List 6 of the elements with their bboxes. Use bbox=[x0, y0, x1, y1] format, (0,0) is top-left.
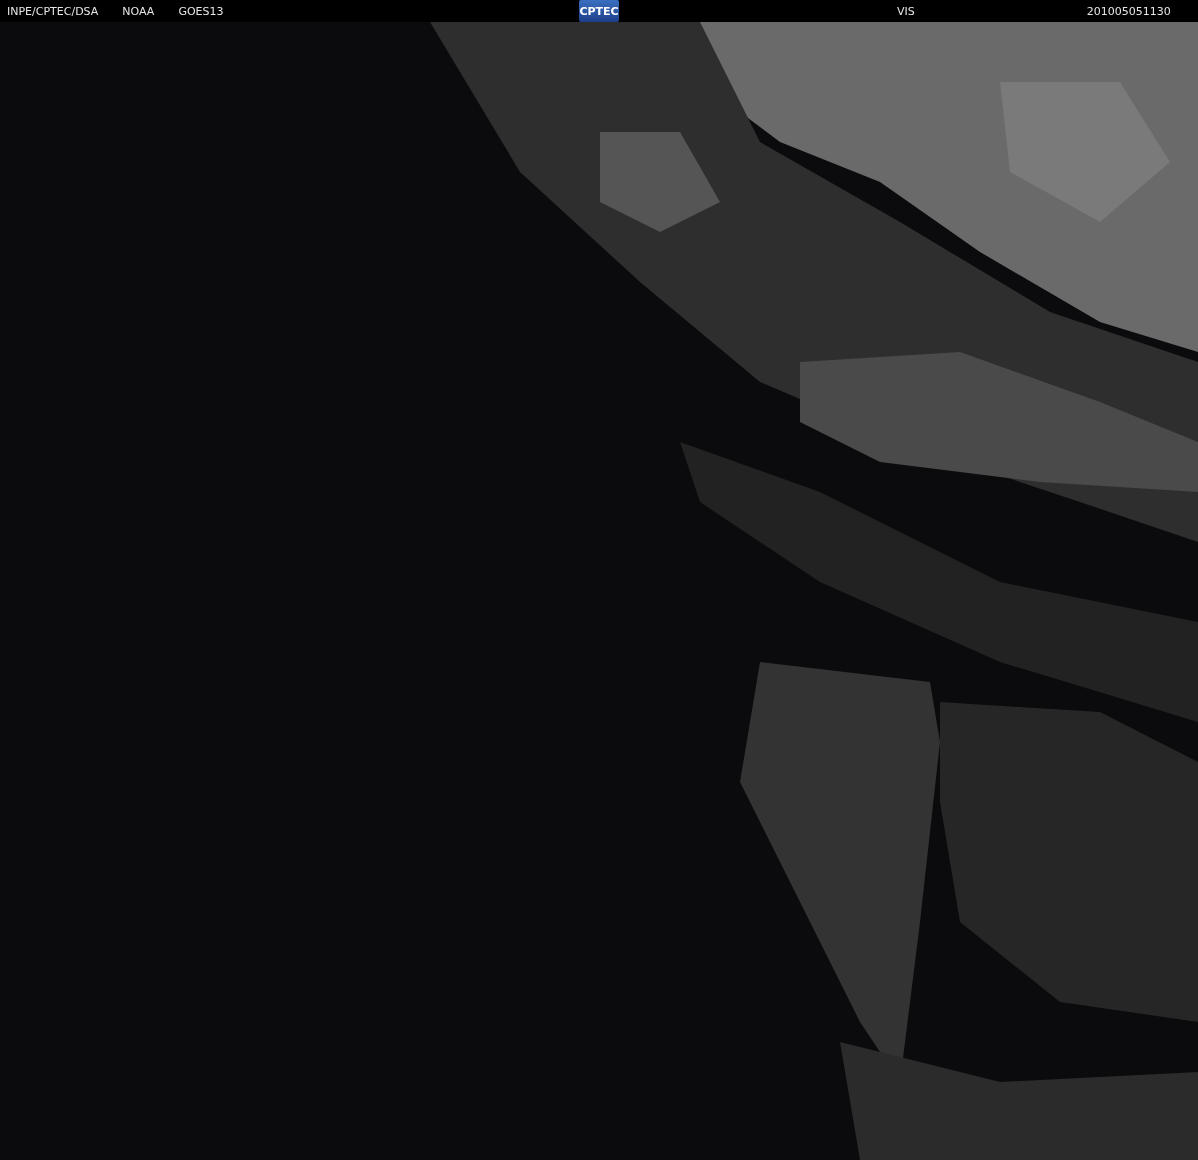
source-label: NOAA bbox=[122, 4, 155, 18]
source-label: INPE/CPTEC/DSA bbox=[7, 4, 99, 18]
source-label: GOES13 bbox=[178, 4, 224, 18]
logo: CPTEC bbox=[579, 0, 619, 22]
channel-label: VIS bbox=[897, 4, 915, 18]
timestamp: 201005051130 bbox=[1086, 4, 1171, 18]
